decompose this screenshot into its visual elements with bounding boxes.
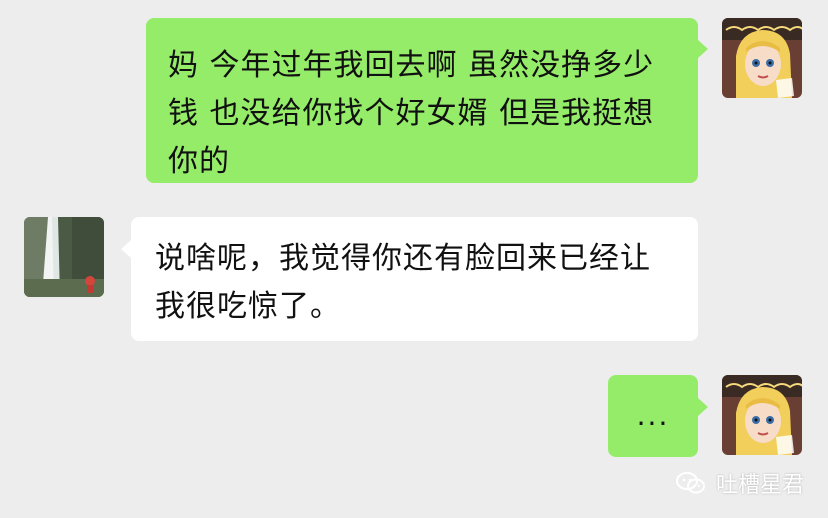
outgoing-message-bubble[interactable]: ... bbox=[608, 375, 698, 457]
self-avatar[interactable] bbox=[722, 375, 802, 455]
cartoon-girl-avatar-icon bbox=[722, 18, 802, 98]
cartoon-girl-avatar-icon bbox=[722, 375, 802, 455]
bubble-tail bbox=[698, 40, 708, 58]
message-text: 妈 今年过年我回去啊 虽然没挣多少钱 也没给你找个好女婿 但是我挺想你的 bbox=[168, 48, 655, 179]
waterfall-photo-avatar-icon bbox=[24, 217, 104, 297]
incoming-message-bubble[interactable]: 说啥呢，我觉得你还有脸回来已经让我很吃惊了。 bbox=[131, 217, 698, 341]
bubble-tail bbox=[698, 398, 708, 416]
outgoing-message-bubble[interactable]: 妈 今年过年我回去啊 虽然没挣多少钱 也没给你找个好女婿 但是我挺想你的 bbox=[146, 18, 698, 183]
watermark: 吐槽星君 bbox=[675, 470, 804, 498]
wechat-icon bbox=[675, 472, 705, 494]
self-avatar[interactable] bbox=[722, 18, 802, 98]
contact-avatar[interactable] bbox=[24, 217, 104, 297]
bubble-tail bbox=[121, 240, 131, 258]
message-text: ... bbox=[636, 399, 670, 432]
message-text: 说啥呢，我觉得你还有脸回来已经让我很吃惊了。 bbox=[155, 241, 651, 324]
watermark-text: 吐槽星君 bbox=[715, 473, 804, 498]
